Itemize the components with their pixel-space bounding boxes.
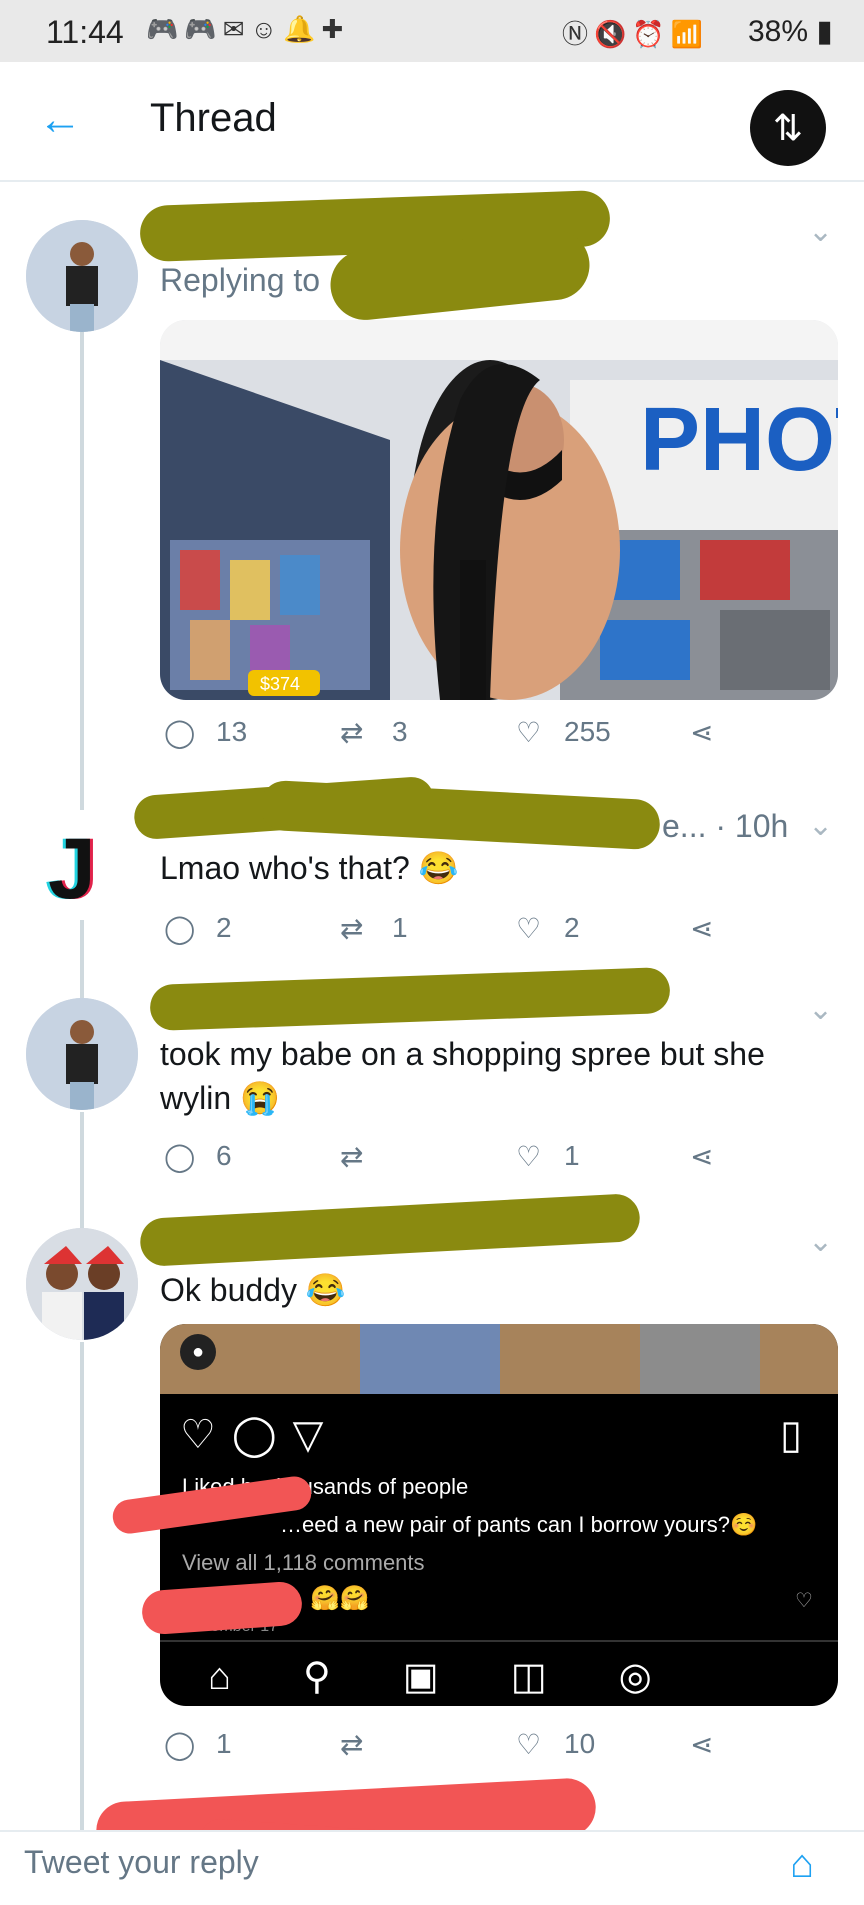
reply-icon[interactable]: ◯ (164, 1140, 195, 1173)
like-count: 255 (564, 716, 611, 747)
retweet-count: 1 (392, 912, 408, 943)
share-icon[interactable]: ⋖ (690, 1728, 713, 1761)
divider (160, 1640, 838, 1642)
thread-line (80, 920, 84, 1000)
reply-icon[interactable]: ◯ (164, 1728, 195, 1761)
tweet-image[interactable]: PHOT $374 (160, 320, 838, 700)
reply-count: 1 (216, 1728, 232, 1759)
retweet-icon[interactable]: ⇄ (340, 1140, 363, 1173)
avatar[interactable] (26, 998, 138, 1110)
avatar-j-logo[interactable]: J (48, 820, 118, 917)
price-tag-text: $374 (260, 674, 300, 694)
chevron-down-icon[interactable]: ⌄ (808, 214, 833, 249)
tweet-text: Ok buddy 😂 (160, 1272, 346, 1308)
retweet-icon[interactable]: ⇄ (340, 716, 363, 749)
like-icon[interactable]: ♡ (516, 716, 541, 749)
redaction-scribble (149, 966, 671, 1032)
status-time: 11:44 (46, 14, 124, 50)
tweet-text: Lmao who's that? 😂 (160, 850, 459, 886)
redaction-scribble (258, 779, 662, 851)
like-count: 10 (564, 1728, 596, 1759)
share-icon[interactable]: ⋖ (690, 912, 713, 945)
chevron-down-icon[interactable]: ⌄ (808, 1224, 833, 1259)
replying-to-label: Replying to (160, 262, 321, 298)
share-icon[interactable]: ⋖ (690, 1140, 713, 1173)
share-icon[interactable]: ⋖ (690, 716, 713, 749)
reply-icon[interactable]: ◯ (164, 912, 195, 945)
scroll-top-button[interactable]: ⇅ (750, 90, 826, 166)
tweet-meta: e... · 10h (662, 808, 789, 844)
tweet-actions: ◯ 1 ⇄ ♡ 10 ⋖ (160, 1728, 838, 1778)
like-icon[interactable]: ♡ (516, 1140, 541, 1173)
comment-emoji: 🤗🤗 (310, 1585, 370, 1612)
reply-count: 2 (216, 912, 232, 943)
user-icon: ● (180, 1334, 216, 1370)
page-title: Thread (150, 96, 277, 140)
redaction-scribble (139, 1192, 641, 1268)
system-icons: Ⓝ🔇⏰📶 (562, 19, 710, 49)
timeline-icon: ⇅ (772, 107, 804, 148)
back-arrow-icon[interactable]: ← (38, 98, 82, 142)
tweet-actions: ◯ 13 ⇄ 3 ♡ 255 ⋖ (160, 716, 838, 766)
chevron-down-icon[interactable]: ⌄ (808, 808, 833, 843)
thread-line (80, 290, 84, 810)
comment-like-icon: ♡ (795, 1590, 813, 1612)
status-bar: 11:44 🎮🎮✉☺🔔✚ Ⓝ🔇⏰📶 38% ▮ (0, 0, 864, 62)
reply-bar: Tweet your reply ⌂ (0, 1830, 864, 1905)
tweet-actions: ◯ 6 ⇄ ♡ 1 ⋖ (160, 1140, 838, 1190)
store-sign-text: PHOT (640, 390, 838, 490)
like-icon[interactable]: ♡ (516, 912, 541, 945)
retweet-icon[interactable]: ⇄ (340, 912, 363, 945)
notification-icons: 🎮🎮✉☺🔔✚ (146, 14, 350, 44)
chevron-down-icon[interactable]: ⌄ (808, 992, 833, 1027)
thread-line (80, 1342, 84, 1832)
like-count: 1 (564, 1140, 580, 1171)
thread-line (80, 1112, 84, 1232)
tweet-actions: ◯ 2 ⇄ 1 ♡ 2 ⋖ (160, 912, 838, 962)
retweet-count: 3 (392, 716, 408, 747)
app-header: ← Thread ⇅ (0, 62, 864, 182)
view-comments-text: View all 1,118 comments (182, 1550, 425, 1575)
avatar[interactable] (26, 220, 138, 332)
like-icon[interactable]: ♡ (516, 1728, 541, 1761)
avatar[interactable] (26, 1228, 138, 1340)
camera-icon[interactable]: ⌂ (790, 1842, 836, 1888)
battery-indicator: 38% ▮ (748, 15, 833, 48)
reply-count: 13 (216, 716, 248, 747)
like-count: 2 (564, 912, 580, 943)
reply-icon[interactable]: ◯ (164, 716, 195, 749)
tweet-text: took my babe on a shopping spree but she… (160, 1036, 765, 1116)
reply-input[interactable]: Tweet your reply (24, 1844, 259, 1881)
reply-count: 6 (216, 1140, 232, 1171)
instagram-nav-icons: ⌂⚲▣◫◎ (208, 1656, 724, 1698)
retweet-icon[interactable]: ⇄ (340, 1728, 363, 1761)
caption-text: …eed a new pair of pants can I borrow yo… (280, 1512, 758, 1537)
bookmark-icon: ▯ (780, 1413, 803, 1457)
post-action-icons: ♡◯▽ (180, 1413, 340, 1457)
